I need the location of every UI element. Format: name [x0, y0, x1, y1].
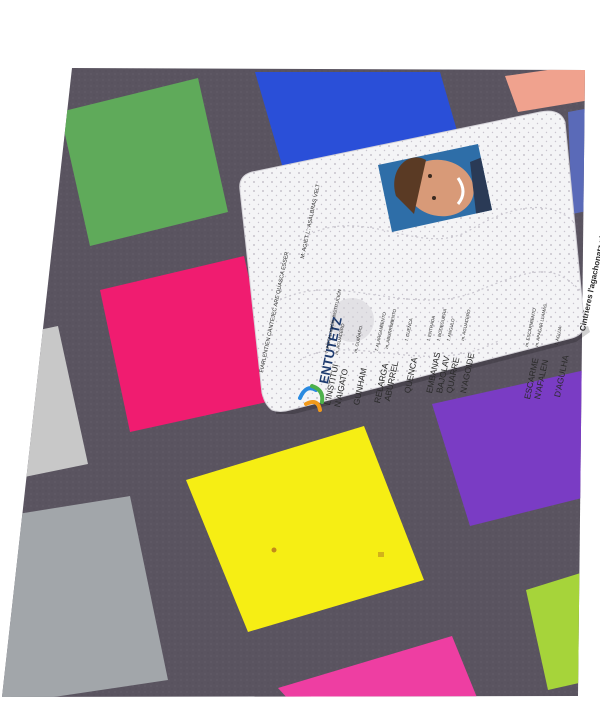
photo-scene	[2, 68, 590, 697]
card-watermark	[330, 298, 374, 342]
